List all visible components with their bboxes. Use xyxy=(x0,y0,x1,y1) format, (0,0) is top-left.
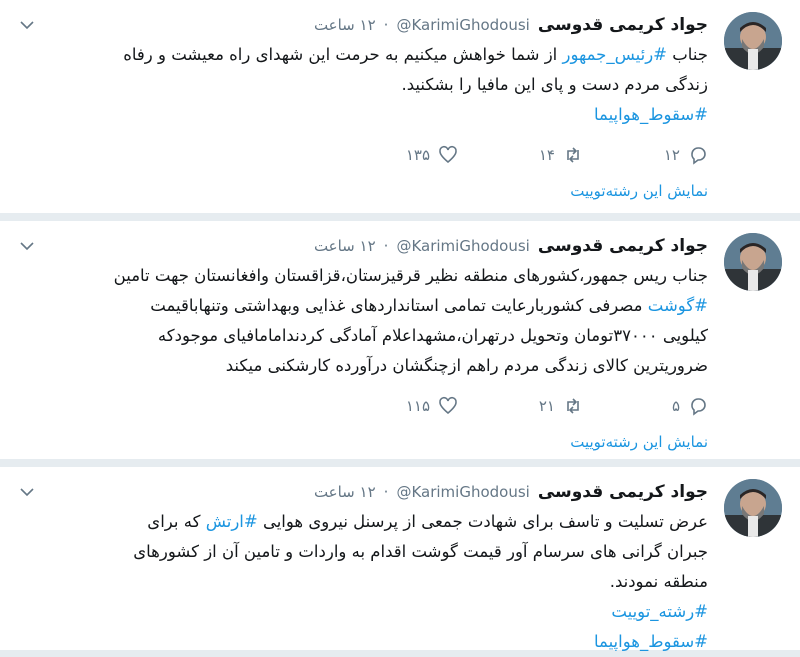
username[interactable]: @KarimiGhodousi xyxy=(396,483,529,501)
hashtag-link[interactable]: #رئیس_جمهور xyxy=(563,45,668,64)
chevron-down-icon[interactable] xyxy=(18,237,36,255)
display-name[interactable]: جواد کریمی قدوسی xyxy=(538,236,708,256)
tweet-3[interactable]: جواد کریمی قدوسی @KarimiGhodousi · ۱۲ سا… xyxy=(0,467,800,651)
reply-count: ۵ xyxy=(671,397,680,415)
reply-icon xyxy=(691,398,706,416)
retweet-count: ۱۴ xyxy=(538,146,555,164)
tweet-text-segment: از شما خواهش میکنیم به حرمت این شهدای را… xyxy=(123,45,563,64)
retweet-icon xyxy=(567,147,579,163)
tweet-text: جناب ریس جمهور،کشورهای منطقه نظیر قرقیزس… xyxy=(18,261,708,381)
tweet-text-line: عرض تسلیت و تاسف برای شهادت جمعی از پرسن… xyxy=(18,507,708,537)
tweet-text-line: #سقوط_هواپیما xyxy=(18,100,708,130)
like-button[interactable]: ۱۳۵ xyxy=(333,145,458,165)
separator-dot: · xyxy=(383,16,389,34)
tweet-1[interactable]: جواد کریمی قدوسی @KarimiGhodousi · ۱۲ سا… xyxy=(0,0,800,213)
like-count: ۱۱۵ xyxy=(405,397,430,415)
tweet-text-line: ضروریترین کالای زندگی مردم راهم ازچنگشان… xyxy=(18,351,708,381)
retweet-button[interactable]: ۱۴ xyxy=(458,145,583,165)
tweet-text-segment: که برای xyxy=(147,512,206,531)
timestamp[interactable]: ۱۲ ساعت xyxy=(314,237,376,255)
heart-icon xyxy=(439,145,457,164)
tweet-text-segment: کیلویی ۳۷۰۰۰تومان وتحویل درتهران،مشهداعل… xyxy=(157,326,708,345)
like-count: ۱۳۵ xyxy=(405,146,430,164)
tweet-text: جناب #رئیس_جمهور از شما خواهش میکنیم به … xyxy=(18,40,708,130)
tweet-text-line: #گوشت مصرفی کشوربارعایت تمامی استاندارده… xyxy=(18,291,708,321)
retweet-button[interactable]: ۲۱ xyxy=(458,396,583,416)
tweet-text-segment: مصرفی کشوربارعایت تمامی استانداردهای غذا… xyxy=(150,296,648,315)
tweet-text: عرض تسلیت و تاسف برای شهادت جمعی از پرسن… xyxy=(18,507,708,657)
tweet-text-segment: جناب xyxy=(667,45,708,64)
tweet-actions: ۵ ۲۱ ۱۱۵ xyxy=(18,393,708,419)
reply-button[interactable]: ۵ xyxy=(583,396,708,416)
retweet-count: ۲۱ xyxy=(538,397,555,415)
tweet-text-segment: ضروریترین کالای زندگی مردم راهم ازچنگشان… xyxy=(225,356,708,375)
tweet-actions: ۱۲ ۱۴ ۱۳۵ xyxy=(18,142,708,168)
avatar[interactable] xyxy=(724,12,782,70)
hashtag-link[interactable]: #سقوط_هواپیما xyxy=(594,632,708,651)
tweet-text-line: #سقوط_هواپیما xyxy=(18,627,708,657)
reply-button[interactable]: ۱۲ xyxy=(583,145,708,165)
separator-dot: · xyxy=(383,237,389,255)
hashtag-link[interactable]: #سقوط_هواپیما xyxy=(594,105,708,124)
avatar[interactable] xyxy=(724,479,782,537)
display-name[interactable]: جواد کریمی قدوسی xyxy=(538,15,708,35)
tweet-text-segment: زندگی مردم دست و پای این مافیا را بشکنید… xyxy=(401,75,708,94)
tweet-2[interactable]: جواد کریمی قدوسی @KarimiGhodousi · ۱۲ سا… xyxy=(0,221,800,459)
tweet-text-segment: جناب ریس جمهور،کشورهای منطقه نظیر قرقیزس… xyxy=(113,266,708,285)
reply-count: ۱۲ xyxy=(663,146,680,164)
separator-dot: · xyxy=(383,483,389,501)
tweet-feed: جواد کریمی قدوسی @KarimiGhodousi · ۱۲ سا… xyxy=(0,0,800,651)
tweet-header: جواد کریمی قدوسی @KarimiGhodousi · ۱۲ سا… xyxy=(18,12,708,38)
tweet-text-line: زندگی مردم دست و پای این مافیا را بشکنید… xyxy=(18,70,708,100)
retweet-icon xyxy=(567,398,579,414)
show-thread-link[interactable]: نمایش این رشته‌توییت xyxy=(18,433,708,451)
show-thread-link[interactable]: نمایش این رشته‌توییت xyxy=(18,182,708,200)
chevron-down-icon[interactable] xyxy=(18,16,36,34)
chevron-down-icon[interactable] xyxy=(18,483,36,501)
tweet-header: جواد کریمی قدوسی @KarimiGhodousi · ۱۲ سا… xyxy=(18,233,708,259)
tweet-text-segment: عرض تسلیت و تاسف برای شهادت جمعی از پرسن… xyxy=(257,512,708,531)
hashtag-link[interactable]: #رشته_توییت xyxy=(611,602,708,621)
reply-icon xyxy=(691,147,706,165)
tweet-header: جواد کریمی قدوسی @KarimiGhodousi · ۱۲ سا… xyxy=(18,479,708,505)
timestamp[interactable]: ۱۲ ساعت xyxy=(314,483,376,501)
tweet-text-line: جناب ریس جمهور،کشورهای منطقه نظیر قرقیزس… xyxy=(18,261,708,291)
display-name[interactable]: جواد کریمی قدوسی xyxy=(538,482,708,502)
heart-icon xyxy=(439,396,457,415)
tweet-text-line: جبران گرانی های سرسام آور قیمت گوشت اقدا… xyxy=(18,537,708,567)
username[interactable]: @KarimiGhodousi xyxy=(396,237,529,255)
tweet-text-line: کیلویی ۳۷۰۰۰تومان وتحویل درتهران،مشهداعل… xyxy=(18,321,708,351)
hashtag-link[interactable]: #ارتش xyxy=(206,512,258,531)
tweet-text-segment: جبران گرانی های سرسام آور قیمت گوشت اقدا… xyxy=(133,542,708,561)
tweet-text-line: منطقه نمودند. xyxy=(18,567,708,597)
timestamp[interactable]: ۱۲ ساعت xyxy=(314,16,376,34)
avatar[interactable] xyxy=(724,233,782,291)
tweet-text-line: #رشته_توییت xyxy=(18,597,708,627)
tweet-text-line: جناب #رئیس_جمهور از شما خواهش میکنیم به … xyxy=(18,40,708,70)
username[interactable]: @KarimiGhodousi xyxy=(396,16,529,34)
hashtag-link[interactable]: #گوشت xyxy=(648,296,708,315)
tweet-text-segment: منطقه نمودند. xyxy=(609,572,708,591)
like-button[interactable]: ۱۱۵ xyxy=(333,396,458,416)
